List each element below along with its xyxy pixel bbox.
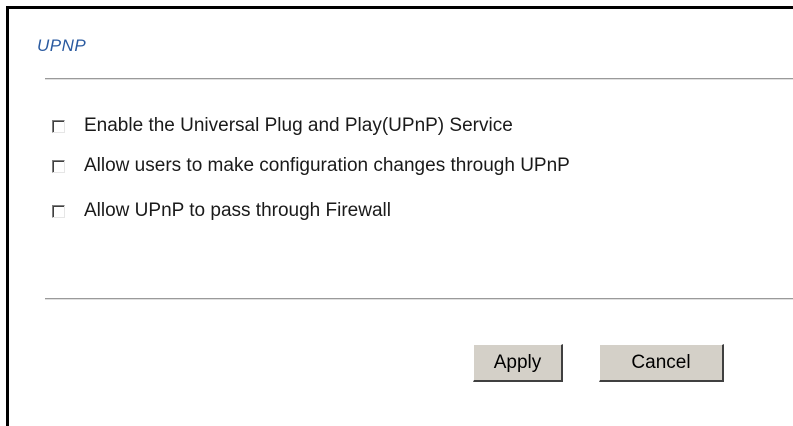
pass-through-firewall-checkbox[interactable] <box>52 204 65 218</box>
pass-through-firewall-label: Allow UPnP to pass through Firewall <box>84 200 391 221</box>
apply-button[interactable]: Apply <box>473 344 563 382</box>
enable-upnp-checkbox[interactable] <box>52 119 65 133</box>
cancel-button[interactable]: Cancel <box>599 344 724 382</box>
allow-config-changes-checkbox[interactable] <box>52 159 65 173</box>
allow-config-changes-label: Allow users to make configuration change… <box>84 155 570 176</box>
enable-upnp-label: Enable the Universal Plug and Play(UPnP)… <box>84 115 513 136</box>
section-title: UPNP <box>37 36 87 55</box>
option-allow-config-changes[interactable]: Allow users to make configuration change… <box>52 155 570 177</box>
bottom-divider <box>45 298 793 300</box>
top-divider <box>45 78 793 80</box>
option-enable-upnp[interactable]: Enable the Universal Plug and Play(UPnP)… <box>52 115 513 137</box>
option-pass-through-firewall[interactable]: Allow UPnP to pass through Firewall <box>52 200 391 222</box>
